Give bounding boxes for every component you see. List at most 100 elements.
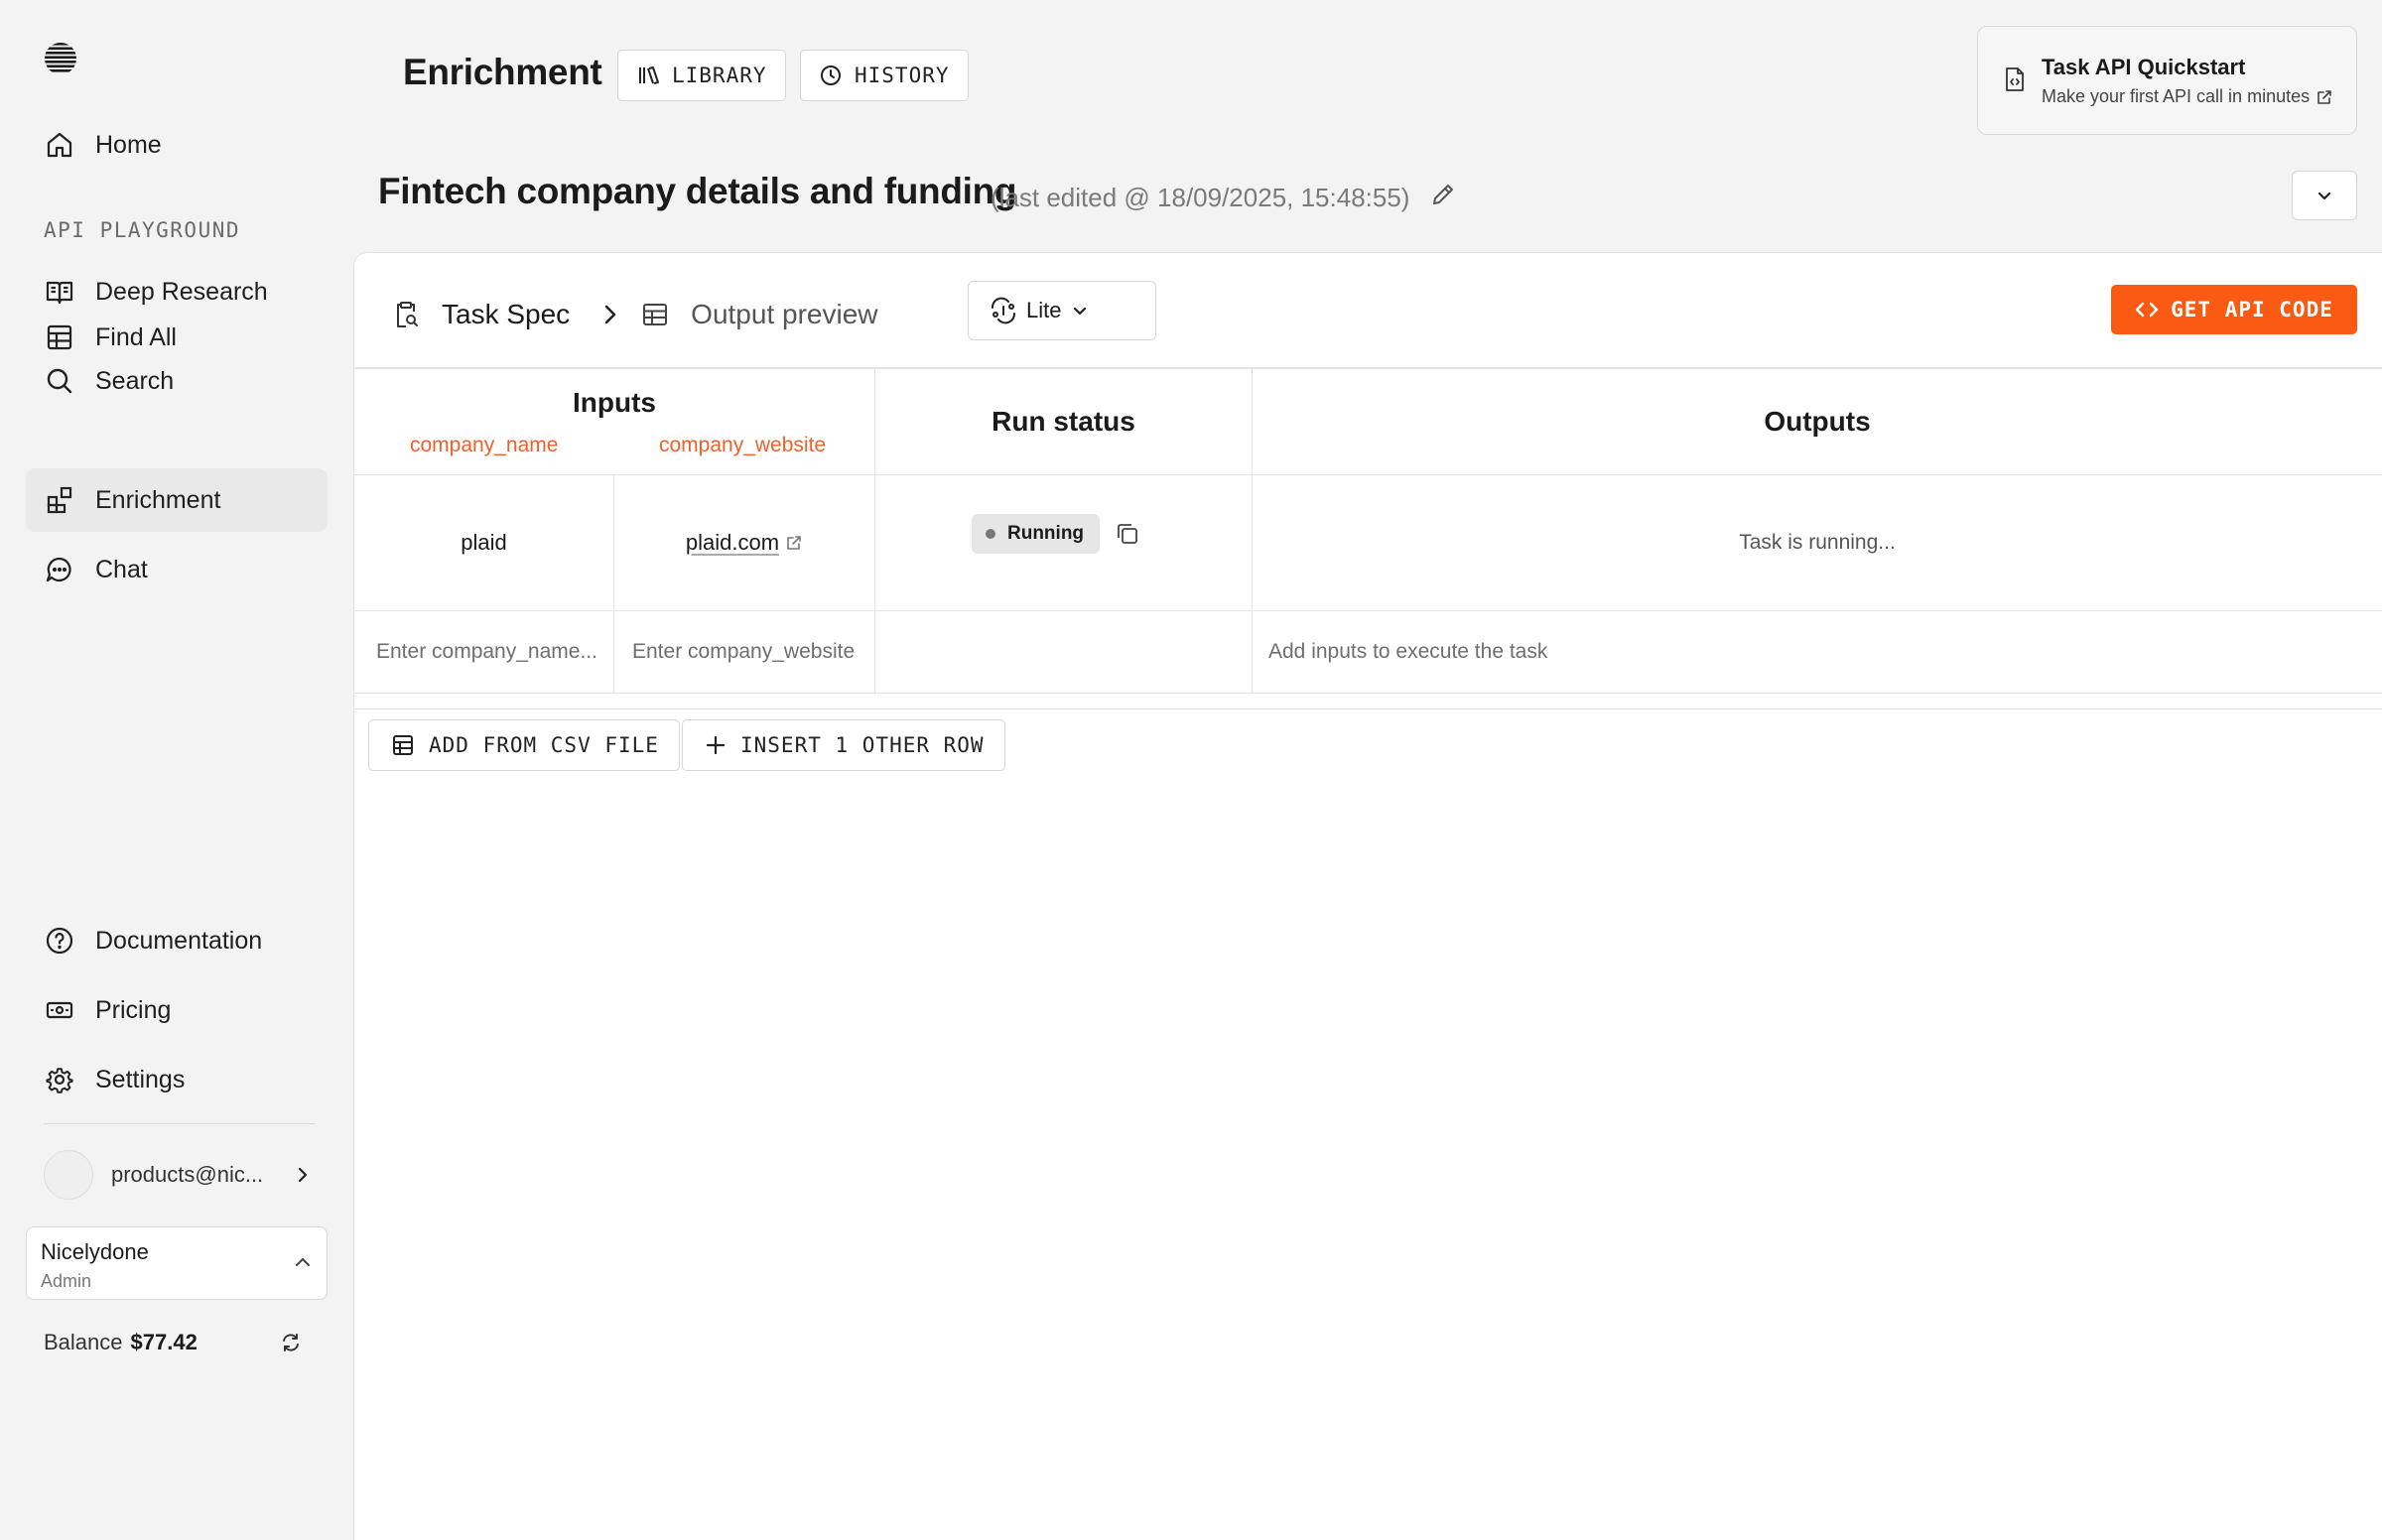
- search-icon: [47, 368, 72, 394]
- column-company-name[interactable]: company_name: [410, 434, 558, 457]
- company-website-input[interactable]: Enter company_website: [614, 611, 875, 694]
- sidebar-item-label: Pricing: [95, 995, 172, 1024]
- quickstart-card[interactable]: Task API Quickstart Make your first API …: [1977, 26, 2357, 135]
- company-name-input[interactable]: Enter company_name...: [354, 611, 614, 694]
- home-icon: [47, 132, 72, 158]
- sidebar-item-settings[interactable]: Settings: [26, 1048, 328, 1111]
- main-panel: Task Spec Output preview Lite GET API CO…: [353, 252, 2382, 1540]
- step-task-spec[interactable]: Task Spec: [392, 299, 570, 330]
- add-from-csv-button[interactable]: ADD FROM CSV FILE: [368, 719, 680, 771]
- sidebar-item-chat[interactable]: Chat: [26, 538, 328, 601]
- sidebar-item-pricing[interactable]: Pricing: [26, 978, 328, 1042]
- chevron-down-icon: [1074, 307, 1087, 316]
- table-row-cell-company-website[interactable]: plaid.com: [614, 475, 875, 611]
- history-button[interactable]: HISTORY: [800, 50, 969, 101]
- sidebar-item-label: Find All: [95, 322, 177, 351]
- help-circle-icon: [46, 927, 73, 955]
- balance: Balance $77.42: [44, 1330, 302, 1355]
- status-dot: [986, 529, 995, 539]
- code-icon: [2135, 302, 2159, 318]
- step-output-preview[interactable]: Output preview: [641, 299, 878, 330]
- sidebar-item-label: Enrichment: [95, 485, 221, 514]
- library-label: LIBRARY: [672, 64, 767, 87]
- org-role: Admin: [41, 1271, 92, 1291]
- get-api-code-label: GET API CODE: [2171, 298, 2333, 321]
- table-row-cell-output: Task is running...: [1253, 475, 2382, 611]
- sidebar-item-enrichment[interactable]: Enrichment: [26, 468, 328, 532]
- sidebar-item-label: Deep Research: [95, 277, 268, 306]
- output-running-text: Task is running...: [1739, 531, 1896, 554]
- step-task-spec-label: Task Spec: [442, 299, 571, 329]
- page-title: Enrichment: [403, 52, 602, 92]
- new-row-status-cell: [875, 611, 1253, 694]
- outputs-header-cell: Outputs: [1253, 369, 2382, 475]
- refresh-icon[interactable]: [280, 1332, 302, 1353]
- table-icon: [643, 304, 668, 325]
- sidebar-item-search[interactable]: Search: [26, 349, 328, 413]
- chevron-right-icon: [604, 305, 616, 324]
- sidebar-item-label: Settings: [95, 1065, 186, 1093]
- clock-icon: [821, 65, 841, 85]
- table-row-cell-company-name[interactable]: plaid: [354, 475, 614, 611]
- user-menu[interactable]: products@nic...: [44, 1149, 312, 1201]
- quickstart-title: Task API Quickstart: [2042, 55, 2246, 79]
- company-website-placeholder: Enter company_website: [632, 640, 856, 663]
- task-last-edited: (last edited @ 18/09/2025, 15:48:55): [991, 183, 1410, 212]
- pencil-icon[interactable]: [1429, 181, 1457, 208]
- quickstart-subtitle-text: Make your first API call in minutes: [2042, 86, 2311, 106]
- company-name-placeholder: Enter company_name...: [376, 640, 597, 663]
- external-link-icon: [787, 536, 801, 550]
- chevron-up-icon: [296, 1258, 310, 1266]
- table-icon: [393, 735, 413, 755]
- chat-bubble-icon: [46, 557, 71, 582]
- get-api-code-button[interactable]: GET API CODE: [2111, 285, 2357, 334]
- run-status-header-cell: Run status: [875, 369, 1253, 475]
- balance-amount: $77.42: [130, 1330, 198, 1354]
- sidebar-divider: [44, 1123, 316, 1124]
- inputs-header-cell: Inputs company_name company_website: [354, 369, 875, 475]
- processor-icon: [991, 297, 1016, 324]
- run-status-header: Run status: [992, 406, 1135, 437]
- clipboard-icon: [397, 302, 418, 327]
- library-button[interactable]: LIBRARY: [617, 50, 786, 101]
- history-label: HISTORY: [855, 64, 950, 87]
- sidebar: Home API PLAYGROUND Deep Research Find A…: [0, 0, 352, 1540]
- avatar: [44, 1150, 93, 1200]
- status-badge: Running: [972, 514, 1101, 554]
- step-output-preview-label: Output preview: [691, 299, 878, 329]
- book-open-icon: [46, 281, 73, 305]
- new-row-output-cell: Add inputs to execute the task: [1253, 611, 2382, 694]
- column-company-website[interactable]: company_website: [659, 434, 826, 457]
- user-email: products@nic...: [111, 1162, 264, 1187]
- blocks-icon: [47, 486, 72, 514]
- app-logo-icon[interactable]: [44, 42, 77, 75]
- table-bottom-divider: [354, 708, 2382, 709]
- inputs-header: Inputs: [573, 387, 656, 418]
- sidebar-item-documentation[interactable]: Documentation: [26, 909, 328, 972]
- insert-row-button[interactable]: INSERT 1 OTHER ROW: [682, 719, 1005, 771]
- sidebar-item-home[interactable]: Home: [26, 113, 328, 177]
- library-icon: [639, 66, 659, 84]
- org-switcher[interactable]: Nicelydone Admin: [26, 1226, 328, 1300]
- gear-icon: [46, 1068, 73, 1093]
- copy-icon[interactable]: [1115, 521, 1140, 547]
- processor-value: Lite: [1026, 298, 1062, 322]
- outputs-header: Outputs: [1764, 406, 1871, 437]
- quickstart-subtitle: Make your first API call in minutes: [2042, 86, 2333, 107]
- cell-value: plaid: [461, 530, 507, 555]
- balance-label: Balance: [44, 1330, 123, 1354]
- insert-row-label: INSERT 1 OTHER ROW: [740, 733, 985, 757]
- status-badge-label: Running: [1007, 523, 1085, 544]
- website-link[interactable]: plaid.com: [686, 530, 803, 556]
- sidebar-item-label: Home: [95, 130, 162, 159]
- processor-select[interactable]: Lite: [968, 281, 1156, 340]
- step-breadcrumb: Task Spec Output preview: [392, 289, 878, 340]
- sidebar-item-label: Documentation: [95, 926, 263, 955]
- chevron-down-icon: [2317, 192, 2331, 200]
- sidebar-item-label: Chat: [95, 555, 148, 583]
- sidebar-item-label: Search: [95, 366, 175, 395]
- org-name: Nicelydone: [41, 1239, 149, 1264]
- banknote-icon: [46, 1001, 73, 1019]
- output-hint: Add inputs to execute the task: [1268, 640, 1548, 663]
- collapse-button[interactable]: [2292, 171, 2357, 220]
